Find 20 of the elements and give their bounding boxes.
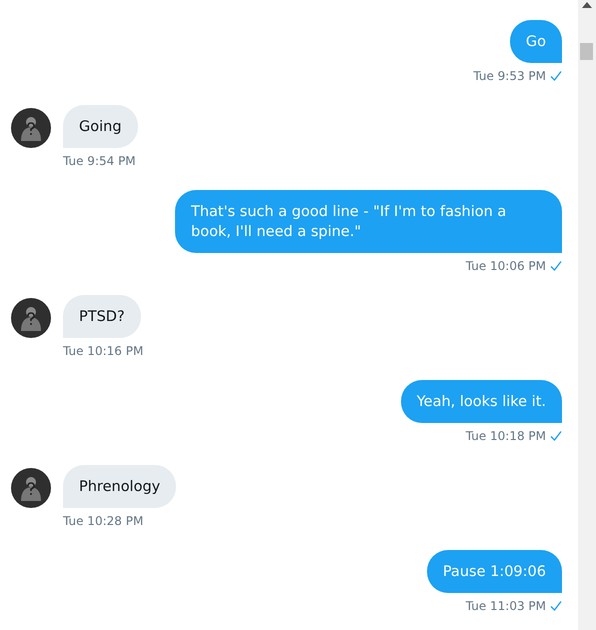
message-time: Tue 10:28 PM — [63, 513, 144, 529]
message-time: Tue 10:18 PM — [466, 428, 546, 444]
received-message: PTSD? — [63, 295, 141, 338]
message-time: Tue 11:03 PM — [466, 598, 546, 614]
received-message: Going — [63, 105, 138, 148]
sent-message: Go — [510, 20, 562, 63]
scrollbar[interactable] — [578, 0, 596, 630]
avatar-icon — [11, 298, 51, 338]
scroll-thumb[interactable] — [580, 43, 593, 60]
received-message: Phrenology — [63, 465, 176, 508]
avatar-icon — [11, 108, 51, 148]
scroll-up-icon[interactable] — [582, 2, 592, 8]
message-time: Tue 9:53 PM — [473, 68, 546, 84]
message-time: Tue 9:54 PM — [63, 153, 136, 169]
avatar-icon — [11, 468, 51, 508]
message-time: Tue 10:06 PM — [466, 258, 546, 274]
message-time: Tue 10:16 PM — [63, 343, 144, 359]
sent-message: Yeah, looks like it. — [400, 380, 562, 423]
sent-message: That's such a good line - "If I'm to fashion a book, I'll need a spine." — [175, 190, 562, 253]
sent-message: Pause 1:09:06 — [426, 550, 562, 593]
